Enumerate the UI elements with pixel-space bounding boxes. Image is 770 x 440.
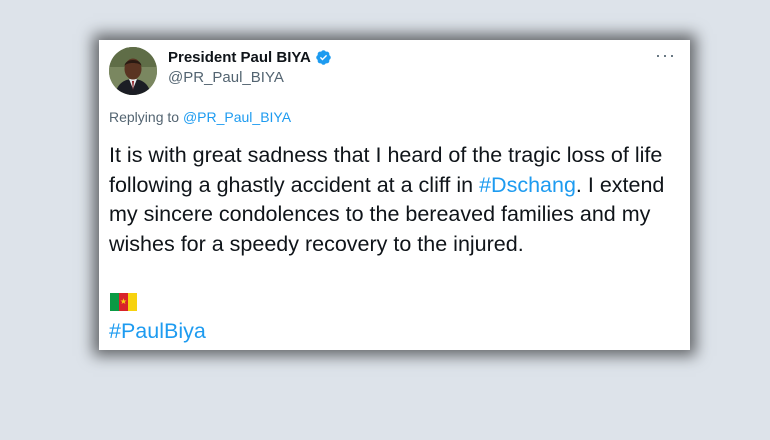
tweet-card: President Paul BIYA @PR_Paul_BIYA ··· Re… — [99, 40, 690, 350]
author-handle[interactable]: @PR_Paul_BIYA — [168, 69, 284, 86]
hashtag-paulbiya-link[interactable]: #PaulBiya — [109, 319, 206, 343]
replying-to-handle-link[interactable]: @PR_Paul_BIYA — [183, 109, 291, 125]
hashtag-dschang-link[interactable]: #Dschang — [479, 173, 576, 197]
cameroon-flag-icon: ★ — [110, 293, 137, 311]
author-name[interactable]: President Paul BIYA — [168, 49, 311, 66]
author-avatar[interactable] — [109, 47, 157, 95]
tweet-text: It is with great sadness that I heard of… — [109, 141, 683, 259]
author-name-row: President Paul BIYA — [168, 49, 332, 66]
replying-to: Replying to @PR_Paul_BIYA — [109, 109, 291, 125]
verified-badge-icon — [315, 49, 332, 66]
more-options-icon[interactable]: ··· — [655, 46, 676, 64]
replying-to-label: Replying to — [109, 109, 180, 125]
